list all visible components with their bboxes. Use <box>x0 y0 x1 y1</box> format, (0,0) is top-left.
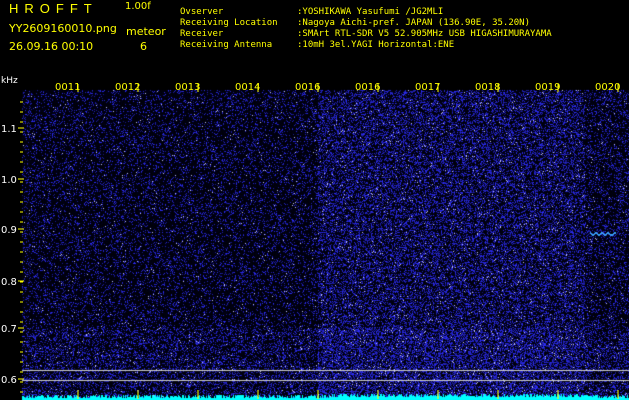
y-tick-label: 0.6 <box>1 375 17 386</box>
info-key: Receiver <box>180 29 224 39</box>
station-info: Ovserver :YOSHIKAWA Yasufumi /JG2MLI Rece… <box>180 7 552 51</box>
y-tick-label: 0.7 <box>1 324 17 335</box>
info-key: Ovserver <box>180 7 224 17</box>
time-label: 0012 <box>115 82 140 93</box>
info-row-location: Receiving Location :Nagoya Aichi-pref. JA… <box>180 18 552 29</box>
info-value: :Nagoya Aichi-pref. JAPAN (136.90E, 35.2… <box>297 18 530 28</box>
time-label: 0017 <box>415 82 440 93</box>
header-panel: HROFFT 1.00f YY2609160010.png meteor 26.… <box>0 0 629 72</box>
info-row-receiver: Receiver :SMArt RTL-SDR V5 52.905MHz USB … <box>180 29 552 40</box>
time-label: 0016 <box>295 82 320 93</box>
time-label: 0011 <box>55 82 80 93</box>
y-tick-label: 1.1 <box>1 124 17 135</box>
info-key: Receiving Location <box>180 18 278 28</box>
time-label: 0016 <box>355 82 380 93</box>
info-value: :SMArt RTL-SDR V5 52.905MHz USB HIGASHIM… <box>297 29 552 39</box>
meteor-label: meteor <box>126 25 166 38</box>
info-key: Receiving Antenna <box>180 40 273 50</box>
info-row-observer: Ovserver :YOSHIKAWA Yasufumi /JG2MLI <box>180 7 552 18</box>
info-value: :YOSHIKAWA Yasufumi /JG2MLI <box>297 7 444 17</box>
time-label: 0014 <box>235 82 260 93</box>
file-name: YY2609160010.png <box>9 22 117 35</box>
datetime: 26.09.16 00:10 <box>9 40 94 53</box>
spectrogram-area: kHz 1.1 1.0 0.9 0.8 0.7 0.6 0011 0012 0013 0014 001… <box>0 72 629 400</box>
y-tick-label: 0.9 <box>1 225 17 236</box>
spectrogram-overlay: kHz 1.1 1.0 0.9 0.8 0.7 0.6 0011 0012 0013 0014 001… <box>1 76 620 399</box>
info-row-antenna: Receiving Antenna :10mH 3el.YAGI Horizont… <box>180 40 552 51</box>
time-label: 0019 <box>535 82 560 93</box>
y-axis-unit: kHz <box>1 76 18 86</box>
time-label: 0020 <box>595 82 620 93</box>
time-label: 0018 <box>475 82 500 93</box>
app-name: HROFFT <box>9 1 98 16</box>
meteor-count: 6 <box>140 40 147 53</box>
y-tick-label: 0.8 <box>1 277 17 288</box>
info-value: :10mH 3el.YAGI Horizontal:ENE <box>297 40 455 50</box>
app-version: 1.00f <box>125 1 151 12</box>
time-label: 0013 <box>175 82 200 93</box>
y-tick-label: 1.0 <box>1 175 17 186</box>
